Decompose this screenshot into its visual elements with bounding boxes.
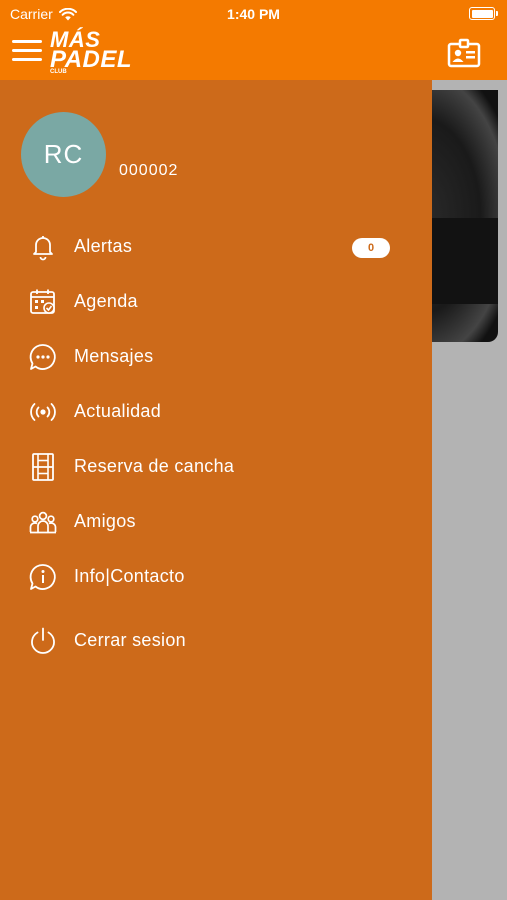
- id-card-icon: [447, 38, 481, 68]
- group-icon: [29, 511, 57, 534]
- menu-item-alertas[interactable]: Alertas 0: [0, 226, 432, 270]
- battery-icon: [469, 7, 498, 20]
- menu-label-reserva: Reserva de cancha: [74, 456, 235, 476]
- menu-label-amigos: Amigos: [74, 511, 136, 531]
- menu-item-agenda[interactable]: Agenda: [0, 281, 432, 325]
- alerts-count-badge: 0: [352, 238, 390, 258]
- power-icon: [31, 627, 55, 654]
- logo-line-2: PADEL: [50, 46, 133, 73]
- avatar[interactable]: RC: [21, 112, 106, 197]
- top-nav-bar: MÁS PADEL CLUB: [0, 28, 507, 80]
- id-card-button[interactable]: [447, 37, 481, 69]
- menu-item-info-contacto[interactable]: Info|Contacto: [0, 556, 432, 600]
- status-time: 1:40 PM: [227, 6, 280, 22]
- menu-item-cerrar-sesion[interactable]: Cerrar sesion: [0, 620, 432, 664]
- status-bar: Carrier 1:40 PM: [0, 0, 507, 28]
- info-bubble-icon: [29, 564, 56, 590]
- menu-item-mensajes[interactable]: Mensajes: [0, 336, 432, 380]
- menu-label-agenda: Agenda: [74, 291, 138, 311]
- menu-label-cerrar-sesion: Cerrar sesion: [74, 630, 186, 650]
- menu-item-actualidad[interactable]: Actualidad: [0, 391, 432, 435]
- menu-label-info: Info|Contacto: [74, 566, 185, 586]
- court-icon: [32, 453, 54, 481]
- menu-label-alertas: Alertas: [74, 236, 133, 256]
- menu-label-mensajes: Mensajes: [74, 346, 154, 366]
- hamburger-menu-button[interactable]: [12, 40, 42, 66]
- calendar-check-icon: [30, 289, 55, 314]
- side-drawer: RC 000002 Alertas 0 Agenda Mensajes Actu…: [0, 80, 432, 900]
- app-logo: MÁS PADEL CLUB: [50, 29, 133, 76]
- hamburger-icon: [12, 40, 42, 43]
- broadcast-icon: [30, 403, 56, 421]
- menu-item-reserva-de-cancha[interactable]: Reserva de cancha: [0, 446, 432, 490]
- avatar-initials: RC: [43, 139, 84, 169]
- menu-label-actualidad: Actualidad: [74, 401, 162, 421]
- hamburger-line: [12, 58, 42, 61]
- hamburger-line: [12, 49, 42, 52]
- chat-bubble-icon: [29, 344, 56, 370]
- menu-item-amigos[interactable]: Amigos: [0, 501, 432, 545]
- bell-icon: [33, 236, 53, 261]
- user-id: 000002: [119, 162, 179, 179]
